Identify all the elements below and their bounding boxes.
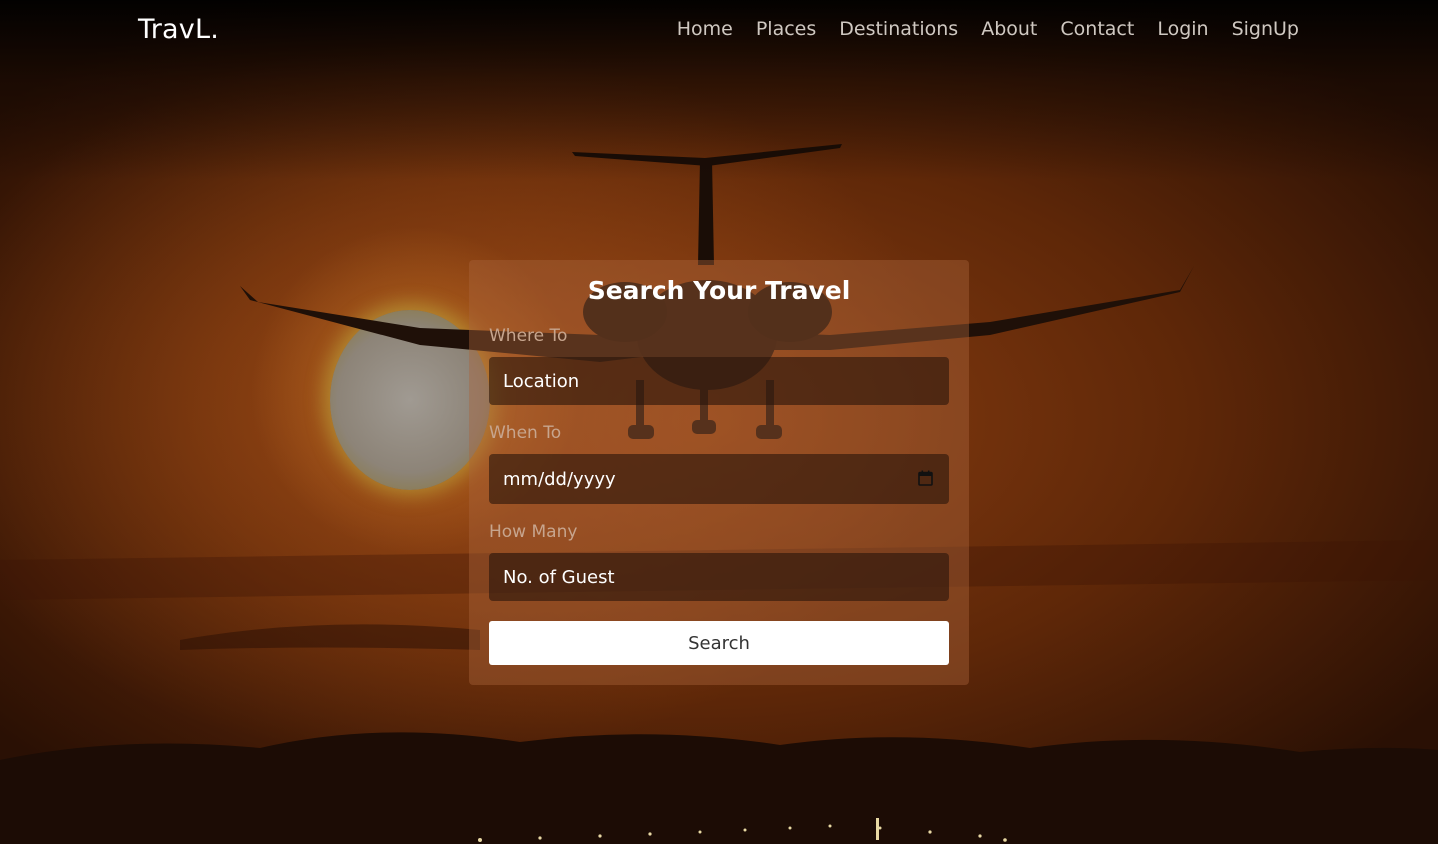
card-title: Search Your Travel [587,276,851,305]
nav-link-about[interactable]: About [981,18,1037,40]
nav-links: Home Places Destinations About Contact L… [677,18,1299,40]
brand-logo[interactable]: TravL. [138,14,219,45]
nav-link-destinations[interactable]: Destinations [839,18,958,40]
nav-link-places[interactable]: Places [756,18,816,40]
date-input[interactable]: mm/dd/yyyy [489,454,949,504]
calendar-icon[interactable] [918,470,933,486]
nav-link-home[interactable]: Home [677,18,733,40]
how-many-label: How Many [489,522,578,542]
nav-link-login[interactable]: Login [1157,18,1208,40]
navbar: TravL. Home Places Destinations About Co… [0,0,1438,64]
search-card: Search Your Travel Where To When To mm/d… [469,260,969,685]
date-input-placeholder: mm/dd/yyyy [503,468,616,490]
where-to-label: Where To [489,326,568,346]
guest-count-input[interactable] [489,553,949,601]
nav-link-signup[interactable]: SignUp [1232,18,1299,40]
nav-link-contact[interactable]: Contact [1060,18,1134,40]
location-input[interactable] [489,357,949,405]
when-to-label: When To [489,423,562,443]
search-button[interactable]: Search [489,621,949,665]
